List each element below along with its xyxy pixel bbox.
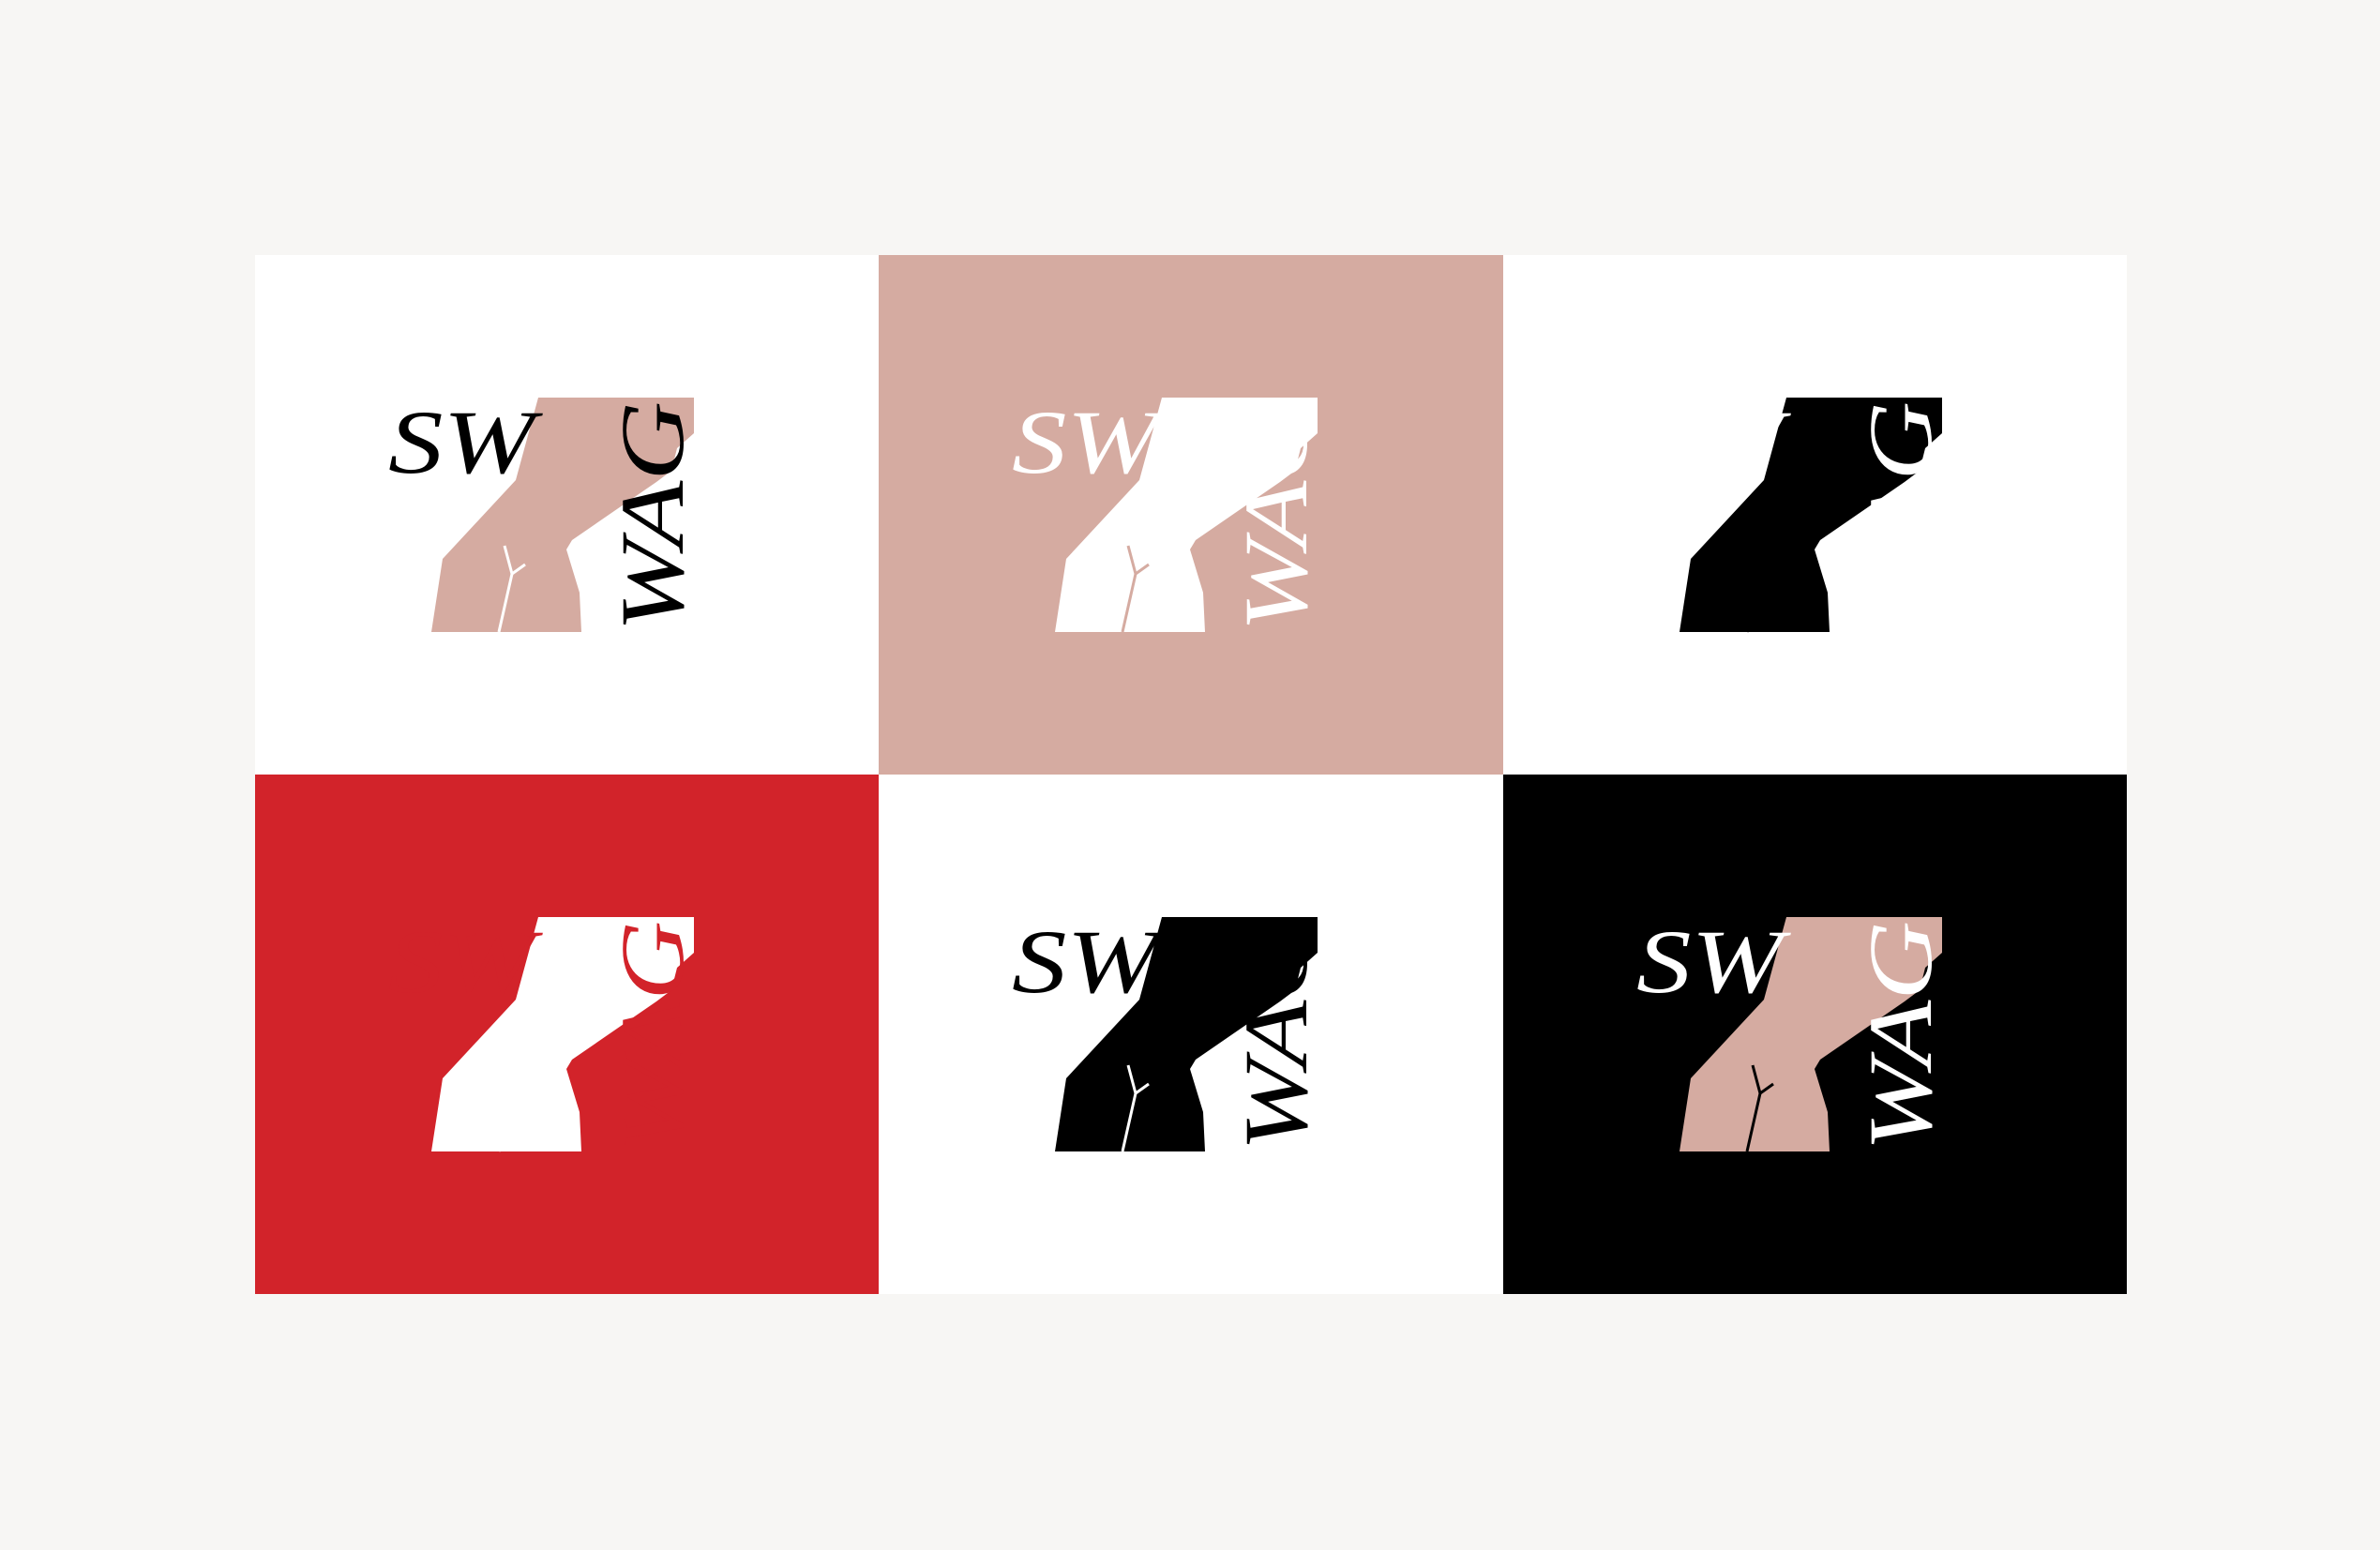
logo-tile-white-black-2: SW WAG xyxy=(879,775,1503,1294)
logo-text-wag: WAG xyxy=(602,401,702,632)
logo-text-wag: WAG xyxy=(602,921,702,1151)
swag-logo: SW WAG xyxy=(384,915,760,1153)
swag-logo-mark: SW WAG xyxy=(1636,396,1951,633)
logo-text-wag: WAG xyxy=(1226,921,1326,1151)
swag-logo: SW WAG xyxy=(1633,396,2008,634)
logo-variants-grid: SW WAG SW WAG SW WAG SW WAG SW WAG SW WAG xyxy=(255,255,2127,1294)
logo-text-wag: WAG xyxy=(1226,401,1326,632)
logo-text-sw: SW xyxy=(1012,915,1167,1012)
logo-tile-white-black: SW WAG xyxy=(1502,255,2127,775)
logo-tile-nude-white: SW WAG xyxy=(879,255,1503,775)
logo-text-sw: SW xyxy=(388,396,544,492)
logo-text-wag: WAG xyxy=(1850,921,1951,1151)
swag-logo: SW WAG xyxy=(1008,396,1383,634)
logo-text-sw: SW xyxy=(1636,915,1792,1012)
swag-logo: SW WAG xyxy=(1633,915,2008,1153)
logo-tile-black-nude: SW WAG xyxy=(1502,775,2127,1294)
swag-logo-mark: SW WAG xyxy=(388,396,702,633)
logo-text-wag: WAG xyxy=(1850,401,1951,632)
swag-logo-mark: SW WAG xyxy=(1636,915,1951,1152)
swag-logo: SW WAG xyxy=(384,396,760,634)
logo-text-sw: SW xyxy=(1636,396,1792,492)
swag-logo-mark: SW WAG xyxy=(1012,915,1326,1152)
swag-logo-mark: SW WAG xyxy=(1012,396,1326,633)
logo-text-sw: SW xyxy=(1012,396,1167,492)
logo-tile-red-white: SW WAG xyxy=(255,775,880,1294)
logo-text-sw: SW xyxy=(388,915,544,1012)
logo-tile-white-nude: SW WAG xyxy=(255,255,880,775)
swag-logo: SW WAG xyxy=(1008,915,1383,1153)
swag-logo-mark: SW WAG xyxy=(388,915,702,1152)
